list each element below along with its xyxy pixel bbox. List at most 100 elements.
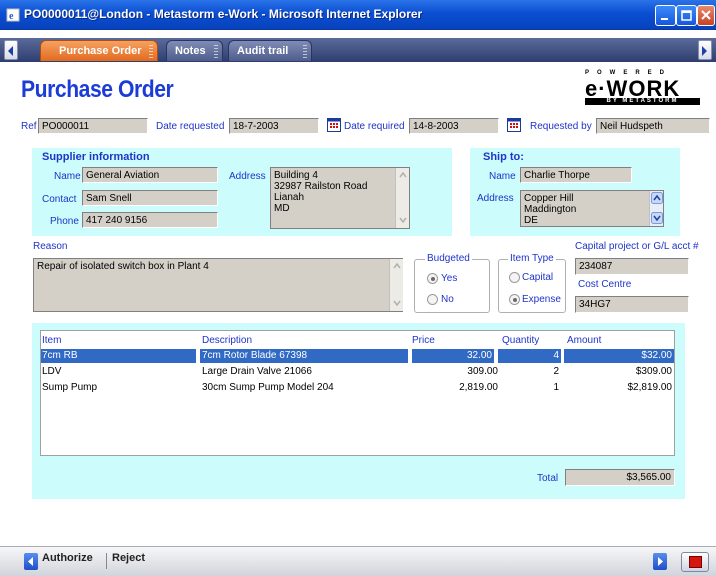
cell-quantity: 2 [553,366,559,377]
supplier-name-field: General Aviation [82,167,218,183]
maximize-icon [681,10,692,21]
cell-description: 7cm Rotor Blade 67398 [202,350,308,361]
budgeted-yes-radio[interactable] [427,273,438,284]
address-line: Copper Hill [524,193,574,204]
tab-label: Audit trail [237,45,289,57]
scroll-up-icon[interactable] [391,260,403,272]
address-line: Lianah [274,192,305,203]
column-header-quantity[interactable]: Quantity [502,335,539,346]
stop-icon [689,556,702,568]
calendar-icon[interactable] [327,118,341,132]
date-required-label: Date required [344,121,405,132]
reason-scrollbar[interactable] [389,259,403,311]
window-titlebar: e PO0000011@London - Metastorm e-Work - … [0,0,716,30]
budgeted-label: Budgeted [425,253,472,264]
internet-explorer-icon: e [6,8,20,22]
action-bar: Authorize Reject [0,546,716,576]
item-type-capital-radio[interactable] [509,272,520,283]
scroll-down-icon[interactable] [391,297,403,309]
column-header-item[interactable]: Item [42,335,61,346]
tab-scroll-right-button[interactable] [698,40,712,60]
requested-by-field: Neil Hudspeth [596,118,710,134]
supplier-contact-field: Sam Snell [82,190,218,206]
minimize-button[interactable] [655,5,676,26]
cell-price: 32.00 [466,350,492,361]
item-type-label: Item Type [508,253,556,264]
budgeted-yes-label: Yes [441,273,458,284]
ship-to-address-scrollbar[interactable] [649,191,663,226]
date-required-field: 14-8-2003 [409,118,499,134]
table-row[interactable]: LDV Large Drain Valve 21066 309.00 2 $30… [41,365,674,379]
scroll-down-icon[interactable] [397,214,409,226]
tab-bar: Purchase Order Notes Audit trail [0,38,716,62]
ework-logo: POWERED e·WORK BY METASTORM [585,70,700,105]
supplier-section-title: Supplier information [42,151,150,163]
table-row[interactable]: Sump Pump 30cm Sump Pump Model 204 2,819… [41,381,674,395]
cell-amount: $2,819.00 [627,382,673,393]
supplier-name-label: Name [54,171,81,182]
ref-field: PO000011 [38,118,148,134]
address-line: Maddington [524,204,577,215]
total-label: Total [537,473,559,484]
authorize-button[interactable]: Authorize [42,552,93,564]
reason-field: Repair of isolated switch box in Plant 4 [33,258,403,312]
column-header-amount[interactable]: Amount [567,335,601,346]
column-header-description[interactable]: Description [202,335,252,346]
tab-audit-trail[interactable]: Audit trail [228,40,312,61]
ship-to-section-title: Ship to: [483,151,524,163]
cell-quantity: 4 [553,350,559,361]
arrow-right-icon [702,46,707,56]
calendar-icon[interactable] [507,118,521,132]
address-line: DE [524,215,538,226]
column-header-price[interactable]: Price [412,335,435,346]
svg-text:e: e [9,11,14,22]
stop-button[interactable] [681,552,709,572]
ref-label: Ref [21,121,37,132]
cell-item: Sump Pump [42,382,98,393]
cell-item: 7cm RB [42,350,78,361]
ship-to-name-label: Name [489,171,516,182]
action-scroll-right-button[interactable] [653,553,667,570]
ship-to-address-label: Address [477,193,514,204]
arrow-right-icon [658,557,663,566]
address-line: MD [274,203,290,214]
tab-purchase-order[interactable]: Purchase Order [40,40,158,61]
capital-project-label: Capital project or G/L acct # [575,241,699,252]
supplier-phone-field: 417 240 9156 [82,212,218,228]
scroll-up-icon[interactable] [651,192,663,204]
reason-label: Reason [33,241,68,252]
close-button[interactable] [697,5,715,26]
ship-to-address-field: Copper Hill Maddington DE [520,190,664,227]
tab-scroll-left-button[interactable] [4,40,18,60]
tab-grip [214,45,218,58]
supplier-phone-label: Phone [50,216,79,227]
total-field: $3,565.00 [565,469,675,486]
tab-label: Notes [175,45,206,57]
requested-by-label: Requested by [530,121,592,132]
cell-item: LDV [42,366,62,377]
action-separator [106,553,107,569]
action-scroll-left-button[interactable] [24,553,38,570]
supplier-contact-label: Contact [42,194,77,205]
cell-description: 30cm Sump Pump Model 204 [202,382,334,393]
reject-button[interactable]: Reject [112,552,145,564]
scroll-up-icon[interactable] [397,169,409,181]
tab-notes[interactable]: Notes [166,40,223,61]
page-title: Purchase Order [21,76,174,103]
minimize-icon [661,18,668,20]
table-row[interactable]: 7cm RB 7cm Rotor Blade 67398 32.00 4 $32… [41,349,674,363]
item-type-capital-label: Capital [522,272,554,283]
scroll-down-icon[interactable] [651,212,663,224]
budgeted-no-radio[interactable] [427,294,438,305]
cell-price: 2,819.00 [459,382,498,393]
item-type-expense-radio[interactable] [509,294,520,305]
cell-amount: $309.00 [635,366,672,377]
supplier-address-scrollbar[interactable] [395,168,409,228]
maximize-button[interactable] [676,5,697,26]
budgeted-no-label: No [441,294,454,305]
arrow-left-icon [8,46,13,56]
logo-byline-text: BY METASTORM [585,98,700,105]
supplier-address-field: Building 4 32987 Railston Road Lianah MD [270,167,410,229]
window-title: PO0000011@London - Metastorm e-Work - Mi… [24,7,423,21]
date-requested-field: 18-7-2003 [229,118,319,134]
